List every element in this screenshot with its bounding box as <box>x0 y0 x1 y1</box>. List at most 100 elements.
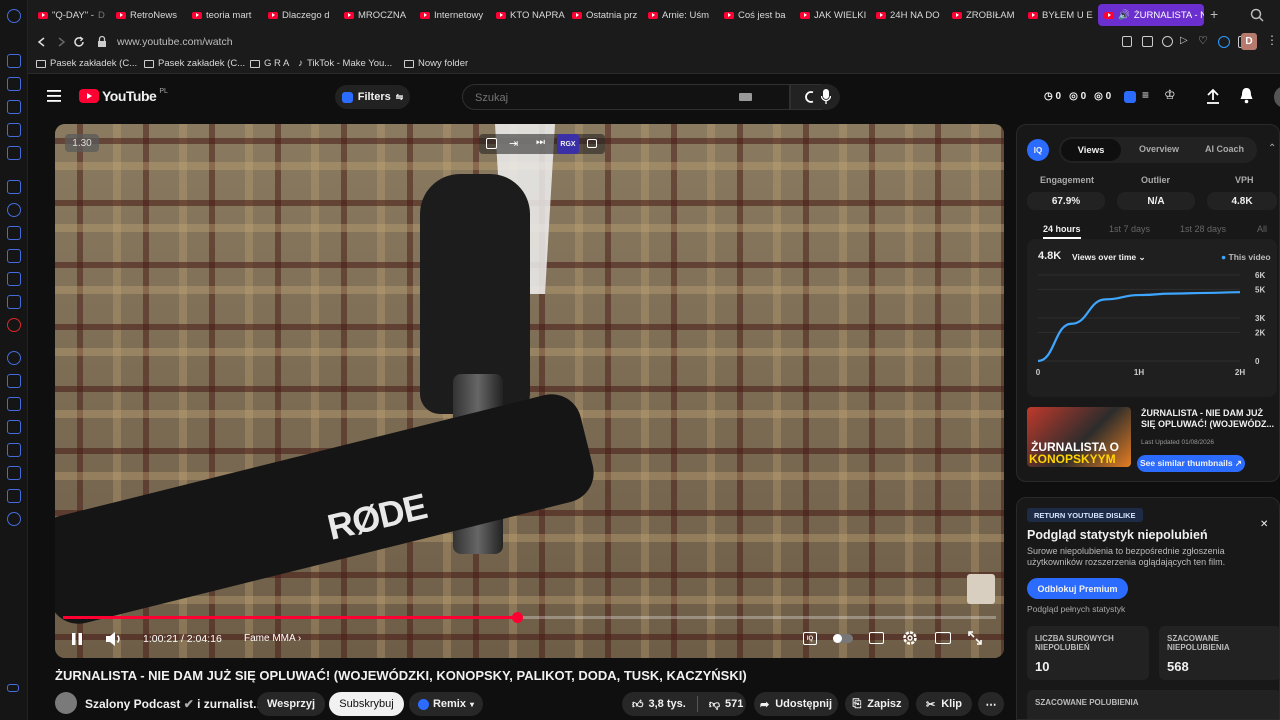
like-button[interactable]: 👍︎ 3,8 tys. <box>632 698 686 711</box>
bookmark-folder[interactable]: Pasek zakładek (C... <box>36 58 137 69</box>
trophy-icon[interactable]: ♔ <box>1164 87 1176 103</box>
range-7d[interactable]: 1st 7 days <box>1109 224 1150 234</box>
bookmark-sidebar-icon[interactable] <box>7 146 21 160</box>
mini-player-icon[interactable] <box>587 139 597 148</box>
save-button[interactable]: ⎘ Zapisz <box>845 692 909 716</box>
chapter-button[interactable]: Fame MMA › <box>244 633 301 644</box>
download-icon[interactable] <box>7 466 21 480</box>
unlock-premium-button[interactable]: Odblokuj Premium <box>1027 578 1128 599</box>
twitch-icon[interactable] <box>7 180 21 194</box>
tab-4[interactable]: MROCZNA <box>344 4 416 26</box>
tab-6[interactable]: KTO NAPRA <box>496 4 568 26</box>
messenger-icon[interactable] <box>7 203 21 217</box>
video-player[interactable]: RØDE 1.30 ⇥ ⏭ RGX 1:00:21 / 2:04:16 Fame… <box>55 124 1004 658</box>
tab-13[interactable]: BYŁEM U E <box>1028 4 1096 26</box>
filters-button[interactable]: Filters ⇋ <box>335 85 410 109</box>
channel-avatar[interactable] <box>55 692 77 714</box>
voice-search-button[interactable] <box>812 84 840 110</box>
bookmark-tiktok[interactable]: ♪ TikTok - Make You... <box>298 58 392 69</box>
menu-icon[interactable] <box>47 90 61 102</box>
channel-name[interactable]: Szalony Podcast ✔ i zurnalist... <box>85 697 263 711</box>
tab-10[interactable]: JAK WIELKI <box>800 4 872 26</box>
autoplay-toggle[interactable] <box>833 634 853 643</box>
play-icon[interactable] <box>7 374 21 388</box>
iq-player-icon[interactable]: IQ <box>803 632 817 645</box>
wallet-icon[interactable] <box>7 100 21 114</box>
speed-badge[interactable]: 1.30 <box>65 134 99 152</box>
range-all[interactable]: All <box>1257 224 1267 234</box>
theater-mode-icon[interactable] <box>935 632 951 644</box>
instagram-icon[interactable] <box>7 249 21 263</box>
tab-ai-coach[interactable]: AI Coach <box>1205 144 1244 154</box>
search-input[interactable] <box>475 90 735 105</box>
eye-counter-2[interactable]: ◎ 0 <box>1094 91 1111 102</box>
record-icon[interactable] <box>7 318 21 332</box>
bookmark-folder[interactable]: Pasek zakładek (C... <box>144 58 245 69</box>
reload-icon[interactable] <box>73 36 85 48</box>
remix-button[interactable]: Remix ▾ <box>409 692 483 716</box>
channel-watermark[interactable] <box>967 574 995 604</box>
rgx-button[interactable]: RGX <box>557 134 579 154</box>
progress-track[interactable] <box>63 612 996 623</box>
youtube-logo[interactable]: YouTube PL <box>79 88 168 104</box>
popout-icon[interactable] <box>486 138 497 149</box>
skip-icon[interactable]: ⏭ <box>536 137 545 148</box>
mail-icon[interactable] <box>7 54 21 68</box>
tab-1[interactable]: RetroNews <box>116 4 188 26</box>
discord-icon[interactable] <box>7 295 21 309</box>
enter-icon[interactable]: ⇥ <box>509 137 518 150</box>
range-28d[interactable]: 1st 28 days <box>1180 224 1226 234</box>
settings-icon[interactable] <box>902 630 918 646</box>
browser-logo-icon[interactable] <box>7 9 21 23</box>
more-actions-button[interactable]: ⋯ <box>978 692 1004 716</box>
pause-icon[interactable] <box>71 632 83 646</box>
lock-icon[interactable] <box>96 35 108 48</box>
user-avatar[interactable] <box>1274 86 1280 108</box>
pocket-icon[interactable] <box>1142 36 1153 47</box>
tab-3[interactable]: Dlaczego d <box>268 4 340 26</box>
eye-counter[interactable]: ◎ 0 <box>1069 91 1086 102</box>
share-button[interactable]: ➦ Udostępnij <box>754 692 838 716</box>
clock-counter[interactable]: ◷ 0 <box>1044 91 1061 102</box>
audio-icon[interactable]: 🔊 <box>1118 10 1130 21</box>
tab-7[interactable]: Ostatnia prz <box>572 4 644 26</box>
fullscreen-icon[interactable] <box>968 631 982 645</box>
similar-thumbnails-button[interactable]: See similar thumbnails ↗ <box>1137 455 1245 472</box>
send-icon[interactable]: ▷ <box>1180 35 1188 46</box>
favorite-icon[interactable]: ♡ <box>1198 34 1208 47</box>
bookmark-folder[interactable]: Nowy folder <box>404 58 468 69</box>
snapshot-icon[interactable] <box>1122 36 1132 47</box>
vpn-icon[interactable] <box>1162 36 1173 47</box>
upload-icon[interactable] <box>1206 88 1220 104</box>
tab-8[interactable]: Arnie: Uśm <box>648 4 720 26</box>
music-icon[interactable] <box>7 351 21 365</box>
tab-2[interactable]: teoria mart <box>192 4 264 26</box>
views-over-time-dropdown[interactable]: Views over time ⌄ <box>1072 252 1146 263</box>
tab-12[interactable]: ZROBIŁAM <box>952 4 1024 26</box>
search-box[interactable] <box>462 84 790 110</box>
x-icon[interactable] <box>7 272 21 286</box>
volume-icon[interactable] <box>105 631 123 647</box>
reader-icon[interactable] <box>7 443 21 457</box>
telegram-icon[interactable] <box>7 226 21 240</box>
translate-icon[interactable] <box>1218 36 1230 48</box>
tab-views[interactable]: Views <box>1061 139 1121 161</box>
forward-icon[interactable] <box>55 36 67 48</box>
gallery-icon[interactable] <box>7 123 21 137</box>
support-button[interactable]: Wesprzyj <box>257 692 325 716</box>
profile-avatar[interactable]: D <box>1241 33 1257 50</box>
clip-button[interactable]: ✂ Klip <box>916 692 972 716</box>
gx-icon[interactable] <box>7 684 19 692</box>
search-tabs-icon[interactable] <box>1250 8 1264 22</box>
tab-5[interactable]: Internetowy <box>420 4 492 26</box>
notifications-icon[interactable] <box>1239 87 1254 104</box>
collapse-icon[interactable]: ⌃ <box>1268 143 1276 154</box>
tab-active[interactable]: 🔊 ŻURNALISTA - N <box>1098 4 1204 26</box>
tab-overview[interactable]: Overview <box>1139 144 1179 154</box>
history-icon[interactable] <box>7 77 21 91</box>
subtitles-icon[interactable] <box>869 632 884 644</box>
tab-11[interactable]: 24H NA DO <box>876 4 948 26</box>
range-24h[interactable]: 24 hours <box>1043 224 1081 239</box>
keyboard-icon[interactable] <box>739 93 752 101</box>
settings-sidebar-icon[interactable] <box>7 512 21 526</box>
